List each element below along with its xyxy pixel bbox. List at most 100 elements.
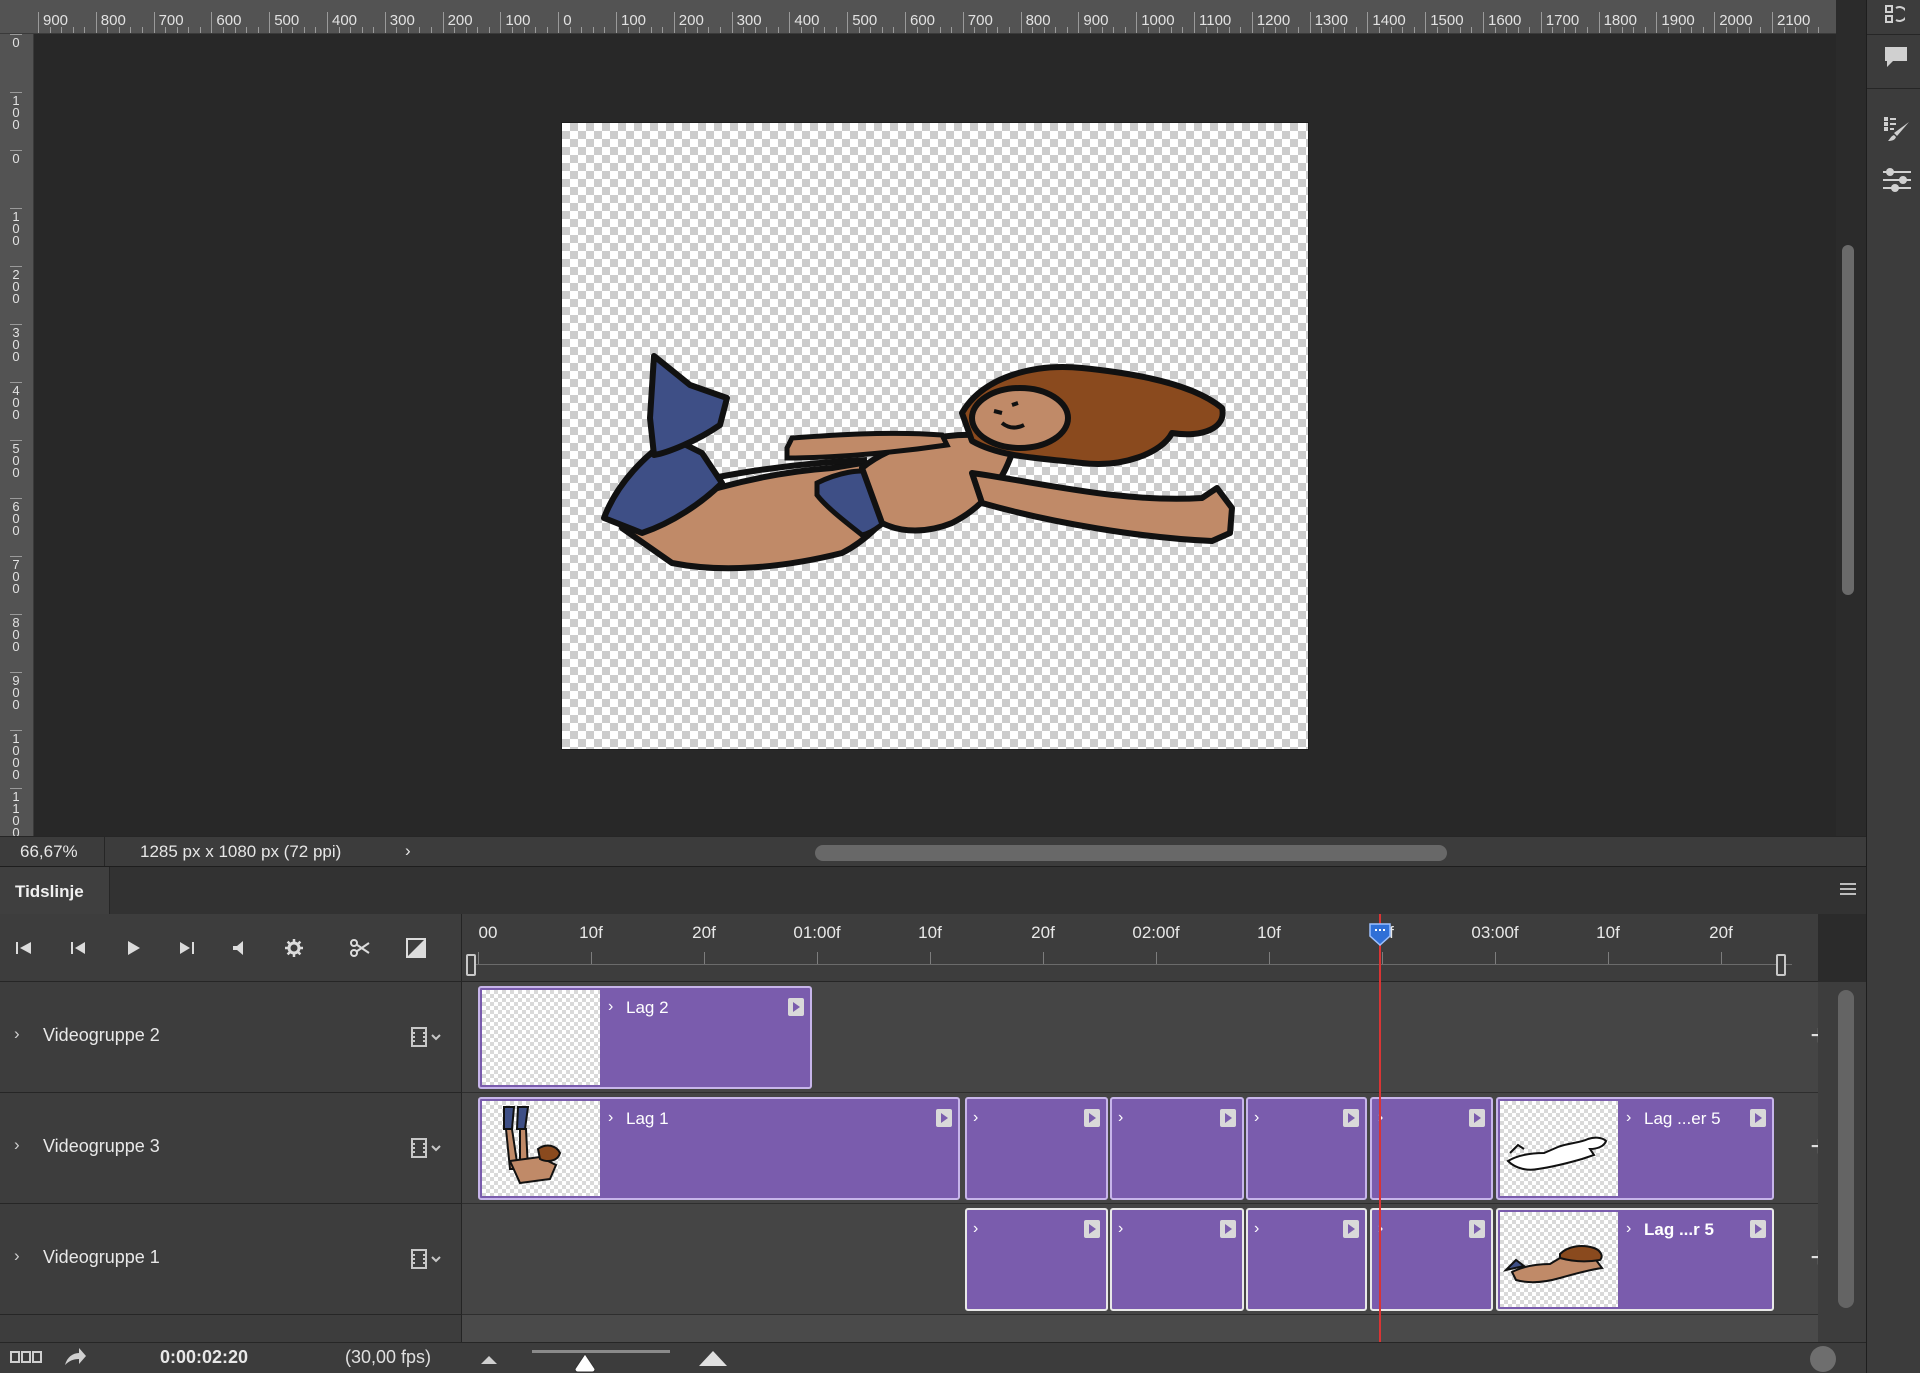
ruler-top-label: 1500 [1425, 12, 1464, 33]
adjustments-icon[interactable] [1881, 164, 1913, 196]
add-media-plus-icon[interactable]: + [1804, 1132, 1818, 1163]
ruler-left-label: 1 0 0 [10, 208, 22, 247]
zoom-in-mountain-icon[interactable] [698, 1349, 728, 1367]
go-to-first-frame-button[interactable] [8, 932, 40, 964]
clip-menu-arrow-icon[interactable] [788, 998, 804, 1016]
clip[interactable]: › [1246, 1097, 1367, 1200]
vertical-ruler[interactable]: 0 1 0 0 0 1 0 0 2 0 0 3 0 0 4 0 0 5 0 0 6 0 0 7 0… [0, 34, 34, 836]
render-video-arrow-icon[interactable] [62, 1345, 88, 1369]
timeline-ruler-tick [1382, 952, 1383, 964]
horizontal-ruler[interactable]: 900 800 700 600 500 400 300 200 100 0 100 200 300 400… [0, 0, 1836, 34]
clip-menu-arrow-icon[interactable] [1750, 1109, 1766, 1127]
clip[interactable]: › Lag 2 [478, 986, 812, 1089]
video-track-menu-icon[interactable] [410, 1248, 452, 1270]
clip-menu-arrow-icon[interactable] [1220, 1220, 1236, 1238]
history-icon[interactable] [1885, 4, 1908, 24]
work-area-end-handle[interactable] [1776, 954, 1786, 976]
clip[interactable]: › [1110, 1208, 1244, 1311]
track-row-videogruppe-3[interactable]: › Lag 1 › › › › Lag ...er 5 [462, 1093, 1818, 1204]
clip-expand-chevron-icon[interactable]: › [1254, 1109, 1259, 1127]
clip-menu-arrow-icon[interactable] [1084, 1220, 1100, 1238]
panel-menu-icon[interactable] [1840, 883, 1856, 898]
brush-settings-icon[interactable] [1883, 116, 1911, 144]
add-media-plus-icon[interactable]: + [1804, 1021, 1818, 1052]
timeline-time-ruler[interactable]: 00 10f 20f 01:00f 10f 20f 02:00f 10f 20f 03:00f 10… [462, 914, 1818, 982]
comments-icon[interactable] [1883, 44, 1909, 70]
clip-expand-chevron-icon[interactable]: › [608, 1109, 613, 1127]
ruler-top-minor-tick [951, 27, 953, 33]
expand-track-chevron-icon[interactable]: › [14, 1135, 28, 1155]
document-canvas[interactable] [562, 123, 1308, 749]
video-track-menu-icon[interactable] [410, 1137, 452, 1159]
clip[interactable]: › Lag ...r 5 [1496, 1208, 1774, 1311]
clip-expand-chevron-icon[interactable]: › [1626, 1220, 1631, 1238]
timeline-vertical-scrollbar[interactable] [1838, 990, 1854, 1308]
clip[interactable]: › Lag 1 [478, 1097, 960, 1200]
clip[interactable]: › [1246, 1208, 1367, 1311]
clip[interactable]: › [1110, 1097, 1244, 1200]
timeline-zoom-slider[interactable] [532, 1350, 670, 1353]
status-menu-arrow-icon[interactable]: › [405, 841, 411, 861]
next-frame-button[interactable] [171, 932, 203, 964]
clip-menu-arrow-icon[interactable] [1343, 1220, 1359, 1238]
canvas-vertical-scrollbar[interactable] [1842, 245, 1854, 595]
timeline-tracks-area[interactable]: 00 10f 20f 01:00f 10f 20f 02:00f 10f 20f 03:00f 10… [462, 914, 1818, 1342]
clip[interactable]: › [1370, 1097, 1493, 1200]
zoom-level[interactable]: 66,67% [20, 842, 102, 862]
split-clip-scissors-icon[interactable] [344, 932, 376, 964]
playhead-line[interactable] [1379, 914, 1381, 1342]
play-button[interactable] [117, 932, 149, 964]
clip-menu-arrow-icon[interactable] [936, 1109, 952, 1127]
transition-icon[interactable] [400, 932, 432, 964]
work-area-start-handle[interactable] [466, 954, 476, 976]
clip-expand-chevron-icon[interactable]: › [608, 998, 613, 1016]
frame-animation-icon[interactable] [10, 1349, 42, 1365]
clip[interactable]: › [965, 1097, 1108, 1200]
track-row-videogruppe-2[interactable]: › Lag 2 + [462, 982, 1818, 1093]
ruler-top-minor-tick [743, 27, 745, 33]
ruler-top-minor-tick [604, 27, 606, 33]
ruler-top-minor-tick [650, 27, 652, 33]
clip-menu-arrow-icon[interactable] [1469, 1109, 1485, 1127]
current-time[interactable]: 0:00:02:20 [160, 1347, 248, 1368]
timeline-zoom-slider-thumb[interactable] [574, 1353, 596, 1373]
clip-expand-chevron-icon[interactable]: › [1626, 1109, 1631, 1127]
track-header[interactable]: › Videogruppe 3 [0, 1093, 462, 1204]
track-name: Videogruppe 2 [43, 1025, 160, 1045]
clip-menu-arrow-icon[interactable] [1084, 1109, 1100, 1127]
clip-menu-arrow-icon[interactable] [1220, 1109, 1236, 1127]
clip-menu-arrow-icon[interactable] [1343, 1109, 1359, 1127]
playback-settings-gear-icon[interactable] [278, 932, 310, 964]
ruler-top-minor-tick [1563, 27, 1565, 33]
clip-menu-arrow-icon[interactable] [1750, 1220, 1766, 1238]
clip-menu-arrow-icon[interactable] [1469, 1220, 1485, 1238]
clip-expand-chevron-icon[interactable]: › [1118, 1220, 1123, 1238]
add-media-plus-icon[interactable]: + [1804, 1243, 1818, 1274]
playhead-handle-icon[interactable] [1368, 922, 1392, 946]
ruler-top-minor-tick [350, 27, 352, 33]
ruler-top-minor-tick [488, 27, 490, 33]
expand-track-chevron-icon[interactable]: › [14, 1024, 28, 1044]
track-header[interactable]: › Videogruppe 1 [0, 1204, 462, 1315]
clip-expand-chevron-icon[interactable]: › [1118, 1109, 1123, 1127]
clip-thumbnail [1500, 1101, 1618, 1196]
clip[interactable]: › [965, 1208, 1108, 1311]
timeline-ruler-tick [1156, 952, 1157, 964]
tab-timeline[interactable]: Tidslinje [0, 867, 110, 915]
zoom-out-mountain-icon[interactable] [480, 1353, 498, 1365]
previous-frame-button[interactable] [62, 932, 94, 964]
track-header[interactable]: › Videogruppe 2 [0, 982, 462, 1093]
clip[interactable]: › [1370, 1208, 1493, 1311]
canvas-horizontal-scrollbar[interactable] [815, 845, 1447, 861]
video-track-menu-icon[interactable] [410, 1026, 452, 1048]
ruler-left-label: 8 0 0 [10, 614, 22, 653]
ruler-top-minor-tick [766, 27, 768, 33]
audio-mute-button[interactable] [224, 932, 256, 964]
clip-expand-chevron-icon[interactable]: › [1254, 1220, 1259, 1238]
ruler-top-minor-tick [1667, 27, 1669, 33]
clip-expand-chevron-icon[interactable]: › [973, 1109, 978, 1127]
clip-expand-chevron-icon[interactable]: › [973, 1220, 978, 1238]
track-row-videogruppe-1[interactable]: › › › › › [462, 1204, 1818, 1315]
clip[interactable]: › Lag ...er 5 [1496, 1097, 1774, 1200]
expand-track-chevron-icon[interactable]: › [14, 1246, 28, 1266]
